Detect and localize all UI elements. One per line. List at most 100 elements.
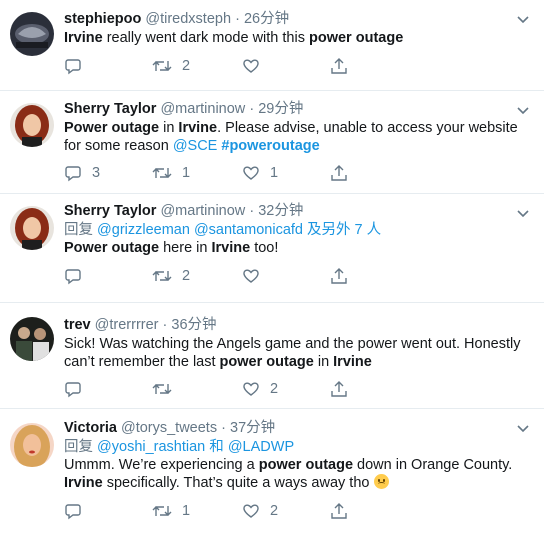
mention-link[interactable]: @grizzleeman — [97, 222, 190, 238]
reply-icon — [65, 504, 81, 520]
retweet-button[interactable] — [152, 379, 182, 399]
timestamp[interactable]: 29分钟 — [258, 101, 303, 117]
timestamp[interactable]: 36分钟 — [171, 317, 216, 333]
retweet-icon — [152, 271, 172, 281]
like-count: 2 — [270, 381, 279, 397]
user-handle[interactable]: @tiredxsteph — [145, 11, 231, 27]
user-handle[interactable]: @martininow — [160, 101, 245, 117]
mention-link[interactable]: @santamonicafd — [194, 222, 303, 238]
mention-link[interactable]: @yoshi_rashtian — [97, 439, 205, 455]
retweet-button[interactable]: 1 — [152, 163, 190, 183]
highlighted-keyword: Irvine — [333, 354, 372, 370]
mention-link[interactable]: 及另外 7 人 — [303, 222, 381, 238]
avatar[interactable] — [10, 103, 54, 147]
tweet[interactable]: Sherry Taylor @martininow · 32分钟 回复 @gri… — [0, 194, 544, 303]
reply-button[interactable] — [64, 56, 92, 76]
tweet[interactable]: stephiepoo @tiredxsteph · 26分钟 Irvine re… — [0, 0, 544, 91]
share-icon — [331, 165, 347, 181]
share-button[interactable] — [330, 501, 358, 521]
like-icon — [243, 59, 259, 73]
reply-icon — [65, 166, 81, 182]
tweet[interactable]: Sherry Taylor @martininow · 29分钟 Power o… — [0, 91, 544, 194]
user-name[interactable]: trev — [64, 317, 91, 333]
user-handle[interactable]: @trerrrrer — [95, 317, 159, 333]
retweet-count: 2 — [182, 58, 191, 74]
avatar[interactable] — [10, 206, 54, 250]
like-button[interactable] — [242, 266, 270, 286]
timestamp[interactable]: 32分钟 — [258, 203, 303, 219]
user-name[interactable]: Sherry Taylor — [64, 203, 156, 219]
timestamp[interactable]: 26分钟 — [244, 11, 289, 27]
user-name[interactable]: Sherry Taylor — [64, 101, 156, 117]
tweet-header: Victoria @torys_tweets · 37分钟 — [64, 418, 544, 438]
reply-button[interactable]: 3 — [64, 163, 100, 183]
chevron-down-icon[interactable] — [516, 206, 530, 218]
retweet-count: 1 — [182, 503, 191, 519]
replying-to: 回复 @grizzleeman @santamonicafd 及另外 7 人 — [64, 221, 544, 239]
chevron-down-icon[interactable] — [516, 103, 530, 115]
highlighted-keyword: power outage — [309, 30, 404, 46]
mention-link[interactable]: @LADWP — [228, 439, 294, 455]
chevron-down-icon[interactable] — [516, 12, 530, 24]
like-button[interactable]: 1 — [242, 163, 278, 183]
tweet-actions: 2 — [64, 56, 544, 76]
retweet-button[interactable]: 2 — [152, 56, 190, 76]
like-button[interactable]: 2 — [242, 379, 278, 399]
avatar[interactable] — [10, 12, 54, 56]
tweet-header: stephiepoo @tiredxsteph · 26分钟 — [64, 9, 544, 29]
timestamp[interactable]: 37分钟 — [230, 420, 275, 436]
reply-button[interactable] — [64, 379, 92, 399]
chevron-down-icon[interactable] — [516, 421, 530, 433]
tweet-feed: stephiepoo @tiredxsteph · 26分钟 Irvine re… — [0, 0, 544, 535]
like-icon — [243, 382, 259, 396]
highlighted-keyword: Irvine — [211, 240, 251, 256]
text-segment: down in Orange County. — [353, 457, 513, 473]
retweet-count: 1 — [182, 165, 191, 181]
mention-link[interactable]: 和 — [205, 439, 228, 455]
tweet-actions: 2 — [64, 266, 544, 286]
like-button[interactable]: 2 — [242, 501, 278, 521]
reply-icon — [65, 59, 81, 75]
separator-dot: · — [162, 317, 168, 333]
like-icon — [243, 166, 259, 180]
tweet-actions: 2 — [64, 379, 544, 399]
share-button[interactable] — [330, 163, 358, 183]
tweet-actions: 1 2 — [64, 501, 544, 521]
share-icon — [331, 503, 347, 519]
hashtag-link[interactable]: #poweroutage — [221, 138, 319, 154]
user-handle[interactable]: @torys_tweets — [121, 420, 217, 436]
share-button[interactable] — [330, 266, 358, 286]
retweet-icon — [152, 61, 172, 71]
text-segment: Ummm. We’re experiencing a — [64, 457, 259, 473]
text-segment: 回复 — [64, 439, 98, 455]
tweet-text: Irvine really went dark mode with this p… — [64, 29, 544, 47]
tweet-text: Power outage here in Irvine too! — [64, 239, 544, 257]
user-name[interactable]: stephiepoo — [64, 11, 141, 27]
tweet-text: Sick! Was watching the Angels game and t… — [64, 335, 544, 371]
text-segment: really went dark mode with this — [102, 30, 309, 46]
share-icon — [331, 381, 347, 397]
retweet-icon — [152, 384, 172, 394]
like-icon — [243, 504, 259, 518]
like-count: 2 — [270, 503, 279, 519]
like-count: 1 — [270, 165, 279, 181]
retweet-button[interactable]: 2 — [152, 266, 190, 286]
retweet-button[interactable]: 1 — [152, 501, 190, 521]
share-icon — [331, 268, 347, 284]
reply-button[interactable] — [64, 266, 92, 286]
text-segment: in — [313, 354, 334, 370]
avatar[interactable] — [10, 423, 54, 467]
tweet[interactable]: Victoria @torys_tweets · 37分钟 回复 @yoshi_… — [0, 409, 544, 535]
user-handle[interactable]: @martininow — [160, 203, 245, 219]
share-icon — [331, 58, 347, 74]
like-button[interactable] — [242, 56, 270, 76]
avatar[interactable] — [10, 317, 54, 361]
tweet-header: Sherry Taylor @martininow · 29分钟 — [64, 99, 544, 119]
reply-icon — [65, 382, 81, 398]
tweet[interactable]: trev @trerrrrer · 36分钟 Sick! Was watchin… — [0, 303, 544, 409]
share-button[interactable] — [330, 56, 358, 76]
mention-link[interactable]: @SCE — [173, 138, 218, 154]
reply-button[interactable] — [64, 501, 92, 521]
share-button[interactable] — [330, 379, 358, 399]
user-name[interactable]: Victoria — [64, 420, 117, 436]
